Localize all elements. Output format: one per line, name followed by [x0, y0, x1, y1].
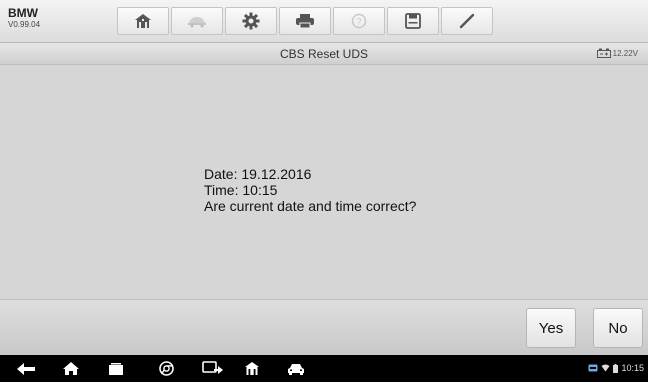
no-button[interactable]: No	[593, 308, 643, 348]
maxisys-home-button[interactable]	[244, 361, 260, 376]
settings-icon	[242, 12, 260, 30]
message-area: Date: 19.12.2016 Time: 10:15 Are current…	[0, 65, 648, 299]
page-title: CBS Reset UDS	[279, 47, 369, 61]
back-button[interactable]	[16, 361, 36, 376]
yes-button[interactable]: Yes	[526, 308, 576, 348]
help-icon: ?	[351, 13, 367, 29]
battery-status-icon	[613, 363, 619, 373]
date-line: Date: 19.12.2016	[204, 166, 312, 182]
battery-icon	[596, 48, 611, 58]
title-bar: CBS Reset UDS 12.22V	[0, 43, 648, 65]
print-icon	[296, 14, 314, 29]
vehicle-brand: BMW V0.99.04	[8, 7, 40, 29]
confirm-question: Are current date and time correct?	[204, 198, 417, 214]
status-clock: 10:15	[621, 363, 644, 373]
app-window: BMW V0.99.04 ? CBS Reset UDS 12.22V Date…	[0, 0, 648, 356]
message-text: Date: 19.12.2016 Time: 10:15 Are current…	[204, 166, 416, 214]
edit-icon	[459, 13, 475, 29]
wifi-icon	[601, 364, 610, 372]
car-icon	[288, 363, 304, 375]
home-button[interactable]	[117, 7, 169, 35]
software-version: V0.99.04	[8, 20, 41, 29]
vehicle-swap-button[interactable]	[171, 7, 223, 35]
battery-status: 12.22V	[596, 48, 638, 58]
maxisys-home-icon	[245, 362, 259, 375]
edit-button[interactable]	[441, 7, 493, 35]
vehicle-make: BMW	[8, 6, 38, 20]
vci-button[interactable]	[202, 361, 224, 376]
help-button[interactable]: ?	[333, 7, 385, 35]
home-icon	[135, 14, 151, 28]
time-line: Time: 10:15	[204, 182, 278, 198]
top-toolbar: BMW V0.99.04 ?	[0, 0, 648, 43]
button-bar: Yes No	[0, 299, 648, 356]
svg-text:?: ?	[356, 17, 361, 27]
home-nav-button[interactable]	[62, 361, 80, 376]
vehicle-swap-icon	[188, 17, 206, 28]
back-icon	[17, 362, 35, 375]
battery-voltage: 12.22V	[612, 48, 638, 58]
save-icon	[405, 13, 421, 29]
save-button[interactable]	[387, 7, 439, 35]
vci-icon	[202, 361, 223, 374]
settings-button[interactable]	[225, 7, 277, 35]
recent-apps-button[interactable]	[108, 361, 124, 376]
chrome-icon	[159, 361, 174, 376]
system-nav-bar: 10:15	[0, 355, 648, 382]
home-icon	[63, 362, 79, 375]
car-button[interactable]	[287, 361, 305, 376]
recent-apps-icon	[109, 362, 123, 375]
vci-status-icon	[588, 364, 598, 372]
chrome-button[interactable]	[159, 361, 174, 376]
toolbar-buttons: ?	[117, 7, 495, 37]
print-button[interactable]	[279, 7, 331, 35]
status-area: 10:15	[588, 363, 644, 373]
